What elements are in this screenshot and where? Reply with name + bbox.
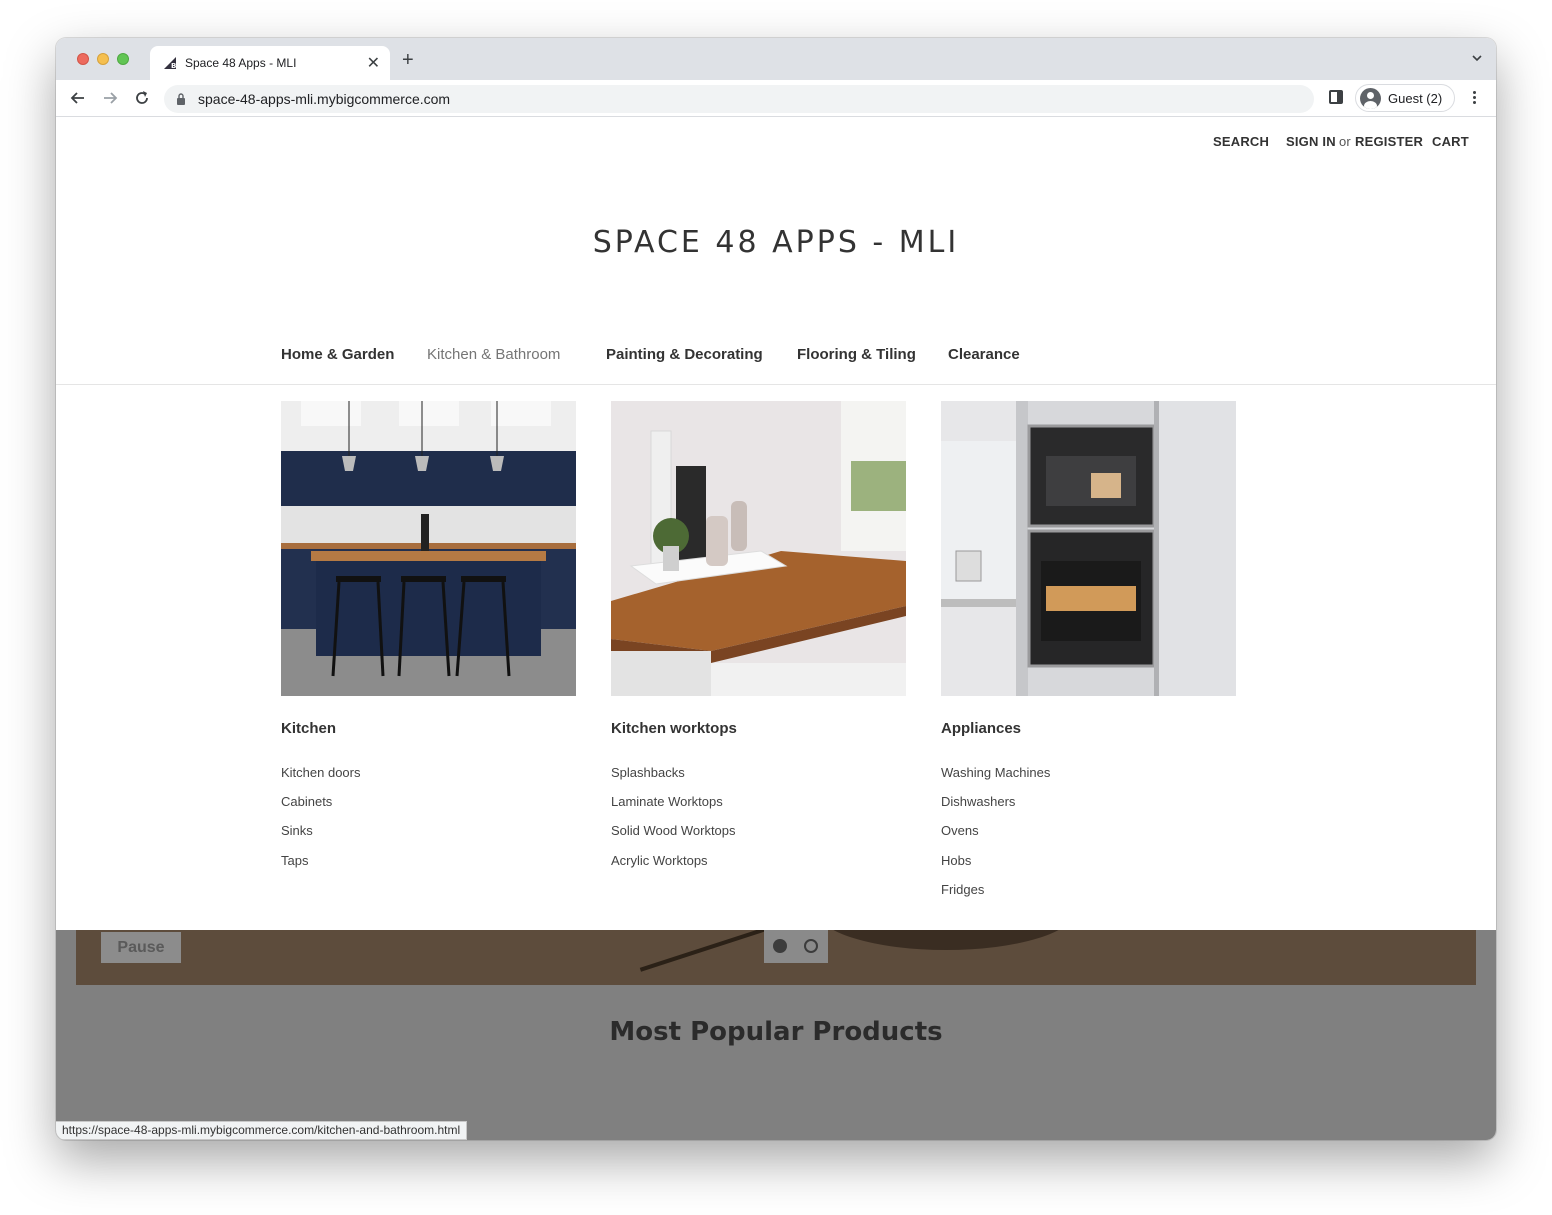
megamenu-link-hobs[interactable]: Hobs	[941, 853, 971, 868]
or-text: or	[1339, 134, 1351, 149]
forward-arrow-icon[interactable]	[100, 88, 120, 108]
guest-avatar-icon	[1360, 88, 1381, 109]
megamenu-heading-appliances[interactable]: Appliances	[941, 720, 1021, 737]
browser-menu-kebab-icon[interactable]	[1466, 89, 1482, 109]
carousel-pause-button[interactable]: Pause	[101, 932, 181, 963]
reload-icon[interactable]	[132, 88, 152, 108]
url-text: space-48-apps-mli.mybigcommerce.com	[198, 91, 451, 107]
megamenu-link-dishwashers[interactable]: Dishwashers	[941, 794, 1015, 809]
link-status-bar: https://space-48-apps-mli.mybigcommerce.…	[56, 1121, 468, 1140]
megamenu-link-kitchen-doors[interactable]: Kitchen doors	[281, 765, 361, 780]
close-window-button[interactable]	[77, 53, 89, 65]
bigcommerce-favicon-icon: B	[164, 57, 176, 70]
most-popular-heading: Most Popular Products	[609, 1017, 943, 1047]
cart-link[interactable]: CART	[1432, 134, 1469, 149]
carousel-dots	[764, 930, 828, 963]
kitchen-island-photo[interactable]	[281, 401, 576, 696]
tab-title: Space 48 Apps - MLI	[185, 56, 297, 70]
back-arrow-icon[interactable]	[68, 88, 88, 108]
browser-tab[interactable]: B Space 48 Apps - MLI ✕	[150, 46, 390, 80]
nav-flooring-tiling[interactable]: Flooring & Tiling	[797, 346, 916, 363]
carousel-dot-1[interactable]	[773, 939, 787, 953]
browser-toolbar: space-48-apps-mli.mybigcommerce.com Gues…	[56, 80, 1496, 117]
store-logo-title[interactable]: SPACE 48 APPS - MLI	[56, 225, 1496, 260]
megamenu-heading-kitchen[interactable]: Kitchen	[281, 720, 336, 737]
nav-painting-decorating[interactable]: Painting & Decorating	[606, 346, 763, 363]
nav-kitchen-bathroom[interactable]: Kitchen & Bathroom	[427, 346, 560, 363]
megamenu-link-fridges[interactable]: Fridges	[941, 882, 984, 897]
dimmed-page-overlay[interactable]: Pause Most Popular Products	[56, 930, 1496, 1140]
svg-text:B: B	[171, 62, 176, 70]
register-link[interactable]: REGISTER	[1355, 134, 1423, 149]
megamenu-link-taps[interactable]: Taps	[281, 853, 308, 868]
lock-icon	[177, 93, 185, 105]
megamenu-column-kitchen: Kitchen Kitchen doors Cabinets Sinks Tap…	[281, 401, 576, 868]
megamenu-link-laminate-worktops[interactable]: Laminate Worktops	[611, 794, 723, 809]
nav-home-garden[interactable]: Home & Garden	[281, 346, 394, 363]
hero-image-shape	[816, 930, 1076, 950]
megamenu-column-kitchen-worktops: Kitchen worktops Splashbacks Laminate Wo…	[611, 401, 906, 868]
megamenu-heading-kitchen-worktops[interactable]: Kitchen worktops	[611, 720, 737, 737]
built-in-ovens-photo[interactable]	[941, 401, 1236, 696]
minimize-window-button[interactable]	[97, 53, 109, 65]
megamenu-link-solid-wood-worktops[interactable]: Solid Wood Worktops	[611, 823, 736, 838]
hero-carousel: Pause	[76, 930, 1476, 985]
profile-button[interactable]: Guest (2)	[1355, 84, 1455, 112]
profile-label: Guest (2)	[1388, 91, 1443, 106]
megamenu-link-cabinets[interactable]: Cabinets	[281, 794, 332, 809]
close-tab-icon[interactable]: ✕	[367, 53, 380, 73]
tab-search-chevron-down-icon[interactable]	[1472, 53, 1482, 63]
tab-strip: B Space 48 Apps - MLI ✕ +	[56, 38, 1496, 80]
carousel-dot-2[interactable]	[804, 939, 818, 953]
megamenu-column-appliances: Appliances Washing Machines Dishwashers …	[941, 401, 1236, 897]
maximize-window-button[interactable]	[117, 53, 129, 65]
nav-clearance[interactable]: Clearance	[948, 346, 1020, 363]
megamenu-link-washing-machines[interactable]: Washing Machines	[941, 765, 1050, 780]
new-tab-button[interactable]: +	[402, 50, 414, 70]
megamenu-link-splashbacks[interactable]: Splashbacks	[611, 765, 685, 780]
search-link[interactable]: SEARCH	[1213, 134, 1269, 149]
address-bar[interactable]: space-48-apps-mli.mybigcommerce.com	[164, 85, 1314, 113]
kitchen-bathroom-mega-menu: Kitchen Kitchen doors Cabinets Sinks Tap…	[56, 385, 1496, 930]
wood-worktop-photo[interactable]	[611, 401, 906, 696]
megamenu-link-ovens[interactable]: Ovens	[941, 823, 979, 838]
side-panel-icon[interactable]	[1329, 90, 1343, 104]
megamenu-link-acrylic-worktops[interactable]: Acrylic Worktops	[611, 853, 708, 868]
megamenu-link-sinks[interactable]: Sinks	[281, 823, 313, 838]
page-viewport: SEARCH SIGN IN or REGISTER CART SPACE 48…	[56, 117, 1496, 1140]
sign-in-link[interactable]: SIGN IN	[1286, 134, 1336, 149]
browser-window: B Space 48 Apps - MLI ✕ + space-48-apps-…	[56, 38, 1496, 1140]
